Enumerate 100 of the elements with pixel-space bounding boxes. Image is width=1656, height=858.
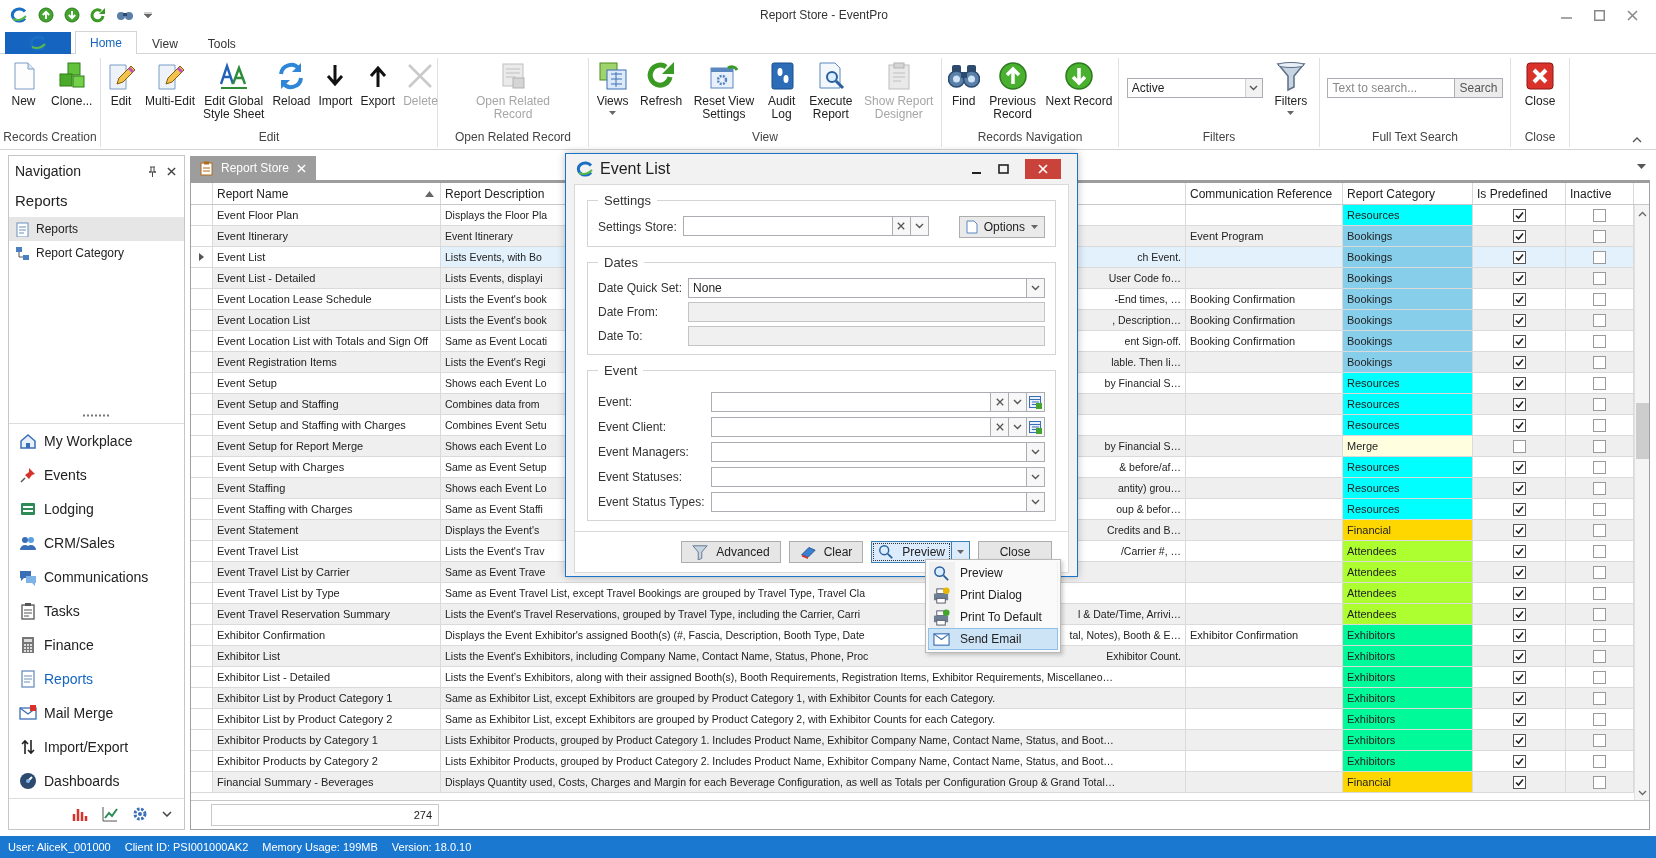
- checkbox[interactable]: [1512, 460, 1526, 474]
- checkbox[interactable]: [1593, 691, 1606, 705]
- checkbox[interactable]: [1512, 775, 1526, 789]
- checkbox[interactable]: [1593, 229, 1606, 243]
- options-button[interactable]: Options: [958, 216, 1045, 238]
- ribbon-button[interactable]: Edit Global Style Sheet: [199, 58, 269, 123]
- menu-item[interactable]: Send Email: [928, 628, 1058, 650]
- dialog-button[interactable]: Clear: [788, 541, 864, 563]
- input-field[interactable]: [710, 492, 1027, 512]
- input-field[interactable]: [710, 392, 991, 412]
- lookup-button[interactable]: [1027, 417, 1045, 437]
- module-item[interactable]: Events: [9, 458, 184, 492]
- checkbox[interactable]: [1593, 271, 1606, 285]
- scroll-down-icon[interactable]: [1637, 790, 1647, 796]
- ribbon-button[interactable]: Reload: [268, 58, 315, 110]
- bar-chart-icon[interactable]: [72, 806, 88, 822]
- ribbon-tab[interactable]: Tools: [192, 32, 251, 54]
- checkbox[interactable]: [1593, 565, 1606, 579]
- gear-icon[interactable]: [132, 806, 148, 822]
- close-button[interactable]: [1025, 159, 1061, 179]
- preview-button[interactable]: Preview: [871, 541, 952, 563]
- scrollbar-thumb[interactable]: [1635, 403, 1649, 459]
- checkbox[interactable]: [1593, 775, 1606, 789]
- checkbox[interactable]: [1512, 628, 1526, 642]
- ribbon-tab[interactable]: Home: [75, 31, 137, 54]
- collapse-ribbon-icon[interactable]: [1632, 137, 1642, 143]
- clear-button[interactable]: [991, 392, 1009, 412]
- checkbox[interactable]: [1593, 754, 1606, 768]
- checkbox[interactable]: [1512, 733, 1526, 747]
- checkbox[interactable]: [1512, 670, 1526, 684]
- checkbox[interactable]: [1593, 628, 1606, 642]
- ribbon-button[interactable]: Filters: [1270, 58, 1312, 117]
- dropdown-button[interactable]: [1009, 417, 1027, 437]
- ribbon-button[interactable]: Multi-Edit: [141, 58, 199, 110]
- checkbox[interactable]: [1512, 292, 1526, 306]
- search-field[interactable]: Text to search...: [1327, 78, 1456, 98]
- checkbox[interactable]: [1593, 418, 1606, 432]
- search-button[interactable]: Search: [1455, 78, 1503, 98]
- checkbox[interactable]: [1512, 313, 1526, 327]
- ribbon-button[interactable]: Views: [592, 58, 633, 117]
- checkbox[interactable]: [1593, 649, 1606, 663]
- checkbox[interactable]: [1593, 544, 1606, 558]
- input-field[interactable]: [710, 442, 1027, 462]
- dropdown-button[interactable]: [1027, 442, 1045, 462]
- checkbox[interactable]: [1593, 712, 1606, 726]
- checkbox[interactable]: [1512, 439, 1526, 453]
- ribbon-button[interactable]: Next Record: [1041, 58, 1117, 110]
- input-field[interactable]: [710, 467, 1027, 487]
- checkbox[interactable]: [1593, 607, 1606, 621]
- checkbox[interactable]: [1512, 502, 1526, 516]
- checkbox[interactable]: [1593, 586, 1606, 600]
- checkbox[interactable]: [1593, 523, 1606, 537]
- clear-button[interactable]: [991, 417, 1009, 437]
- checkbox[interactable]: [1512, 208, 1526, 222]
- checkbox[interactable]: [1512, 523, 1526, 537]
- menu-item[interactable]: Print Dialog: [928, 584, 1058, 606]
- close-icon[interactable]: [1627, 9, 1638, 21]
- nav-item[interactable]: Reports: [9, 217, 184, 241]
- app-menu-button[interactable]: [5, 32, 71, 54]
- checkbox[interactable]: [1593, 397, 1606, 411]
- checkbox[interactable]: [1593, 502, 1606, 516]
- checkbox[interactable]: [1512, 586, 1526, 600]
- ribbon-button[interactable]: Export: [356, 58, 400, 110]
- ribbon-button[interactable]: Audit Log: [761, 58, 802, 123]
- ribbon-button[interactable]: Previous Record: [985, 58, 1040, 123]
- checkbox[interactable]: [1512, 481, 1526, 495]
- ribbon-button[interactable]: Reset View Settings: [689, 58, 759, 123]
- column-header[interactable]: Is Predefined: [1473, 183, 1566, 204]
- scroll-up-icon[interactable]: [1637, 211, 1647, 217]
- pin-icon[interactable]: [148, 165, 157, 177]
- filter-dropdown[interactable]: Active: [1126, 78, 1263, 98]
- ribbon-button[interactable]: Refresh: [636, 58, 687, 110]
- ribbon-button[interactable]: Clone...: [47, 58, 97, 110]
- splitter-grip[interactable]: [82, 414, 111, 417]
- checkbox[interactable]: [1512, 376, 1526, 390]
- up-circle-icon[interactable]: [38, 7, 54, 23]
- checkbox[interactable]: [1593, 439, 1606, 453]
- column-header[interactable]: Report Name: [213, 183, 441, 204]
- checkbox[interactable]: [1512, 271, 1526, 285]
- lookup-button[interactable]: [1027, 392, 1045, 412]
- customize-caret-icon[interactable]: [144, 12, 152, 18]
- checkbox[interactable]: [1512, 607, 1526, 621]
- checkbox[interactable]: [1512, 754, 1526, 768]
- module-item[interactable]: Communications: [9, 560, 184, 594]
- ribbon-button[interactable]: Close: [1520, 58, 1560, 110]
- dropdown-button[interactable]: [1027, 467, 1045, 487]
- row-header[interactable]: [191, 247, 213, 268]
- checkbox[interactable]: [1512, 397, 1526, 411]
- checkbox[interactable]: [1512, 691, 1526, 705]
- checkbox[interactable]: [1593, 481, 1606, 495]
- checkbox[interactable]: [1593, 292, 1606, 306]
- module-item[interactable]: Reports: [9, 662, 184, 696]
- module-item[interactable]: Finance: [9, 628, 184, 662]
- checkbox[interactable]: [1512, 649, 1526, 663]
- nav-item[interactable]: Report Category: [9, 241, 184, 265]
- input-field[interactable]: None: [688, 278, 1027, 298]
- dropdown-button[interactable]: [1027, 278, 1045, 298]
- checkbox[interactable]: [1593, 208, 1606, 222]
- tabs-menu-caret-icon[interactable]: [1637, 164, 1646, 169]
- ribbon-button[interactable]: Execute Report: [805, 58, 857, 123]
